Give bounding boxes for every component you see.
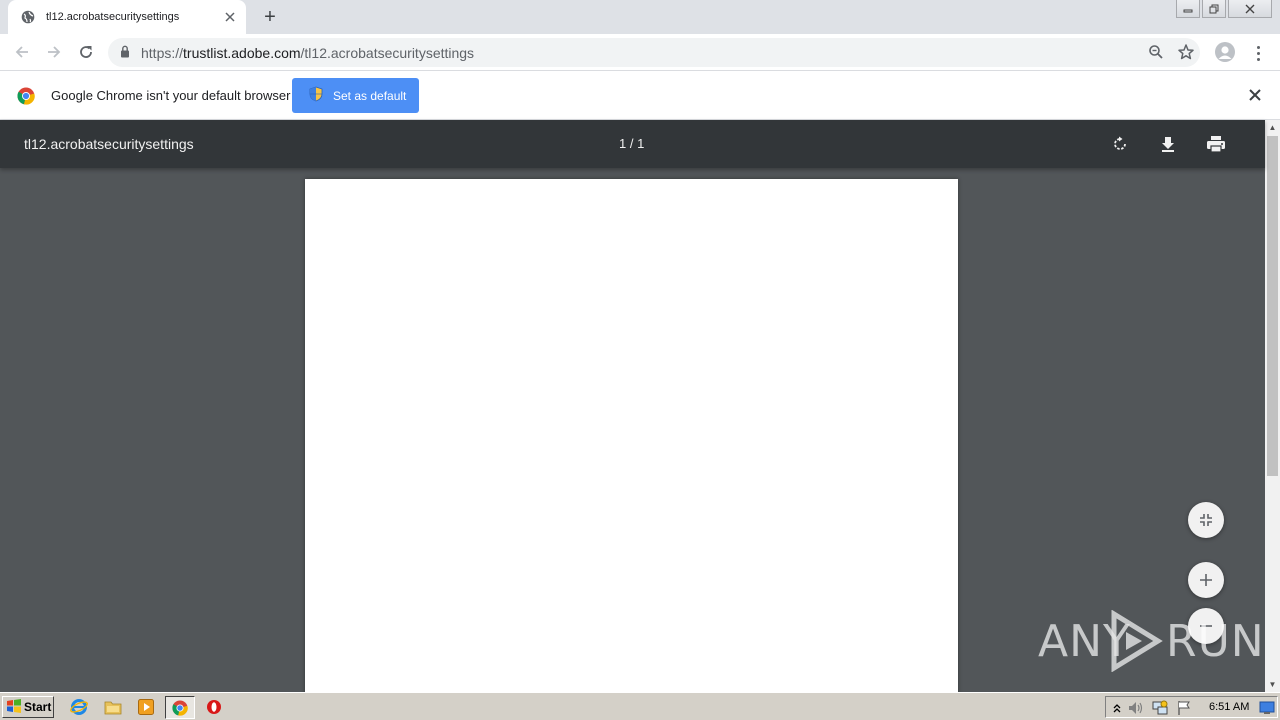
tab-close-icon[interactable] [220, 7, 240, 27]
pdf-page [305, 179, 958, 692]
watermark-text-right: RUN [1166, 616, 1265, 667]
zoom-in-button[interactable] [1188, 562, 1224, 598]
scroll-up-icon[interactable]: ▲ [1265, 120, 1280, 135]
windows-flag-icon [6, 698, 22, 716]
infobar-message: Google Chrome isn't your default browser [51, 88, 291, 103]
address-bar[interactable]: https://trustlist.adobe.com/tl12.acrobat… [108, 38, 1200, 67]
fit-to-page-button[interactable] [1188, 502, 1224, 538]
new-tab-button[interactable]: + [258, 6, 282, 28]
globe-icon [20, 9, 36, 25]
bookmark-star-icon[interactable] [1177, 43, 1195, 64]
system-clock[interactable]: 6:51 AM [1209, 701, 1249, 713]
tab-strip: tl12.acrobatsecuritysettings + [0, 0, 1280, 34]
opera-icon[interactable] [205, 698, 223, 716]
anyrun-watermark: ANY RUN [1038, 608, 1264, 678]
minimize-icon[interactable] [1176, 0, 1200, 18]
window-close-icon[interactable] [1228, 0, 1272, 18]
fit-page-icon [1200, 514, 1212, 526]
browser-menu-icon[interactable] [1250, 42, 1266, 64]
pdf-toolbar: tl12.acrobatsecuritysettings 1 / 1 [0, 120, 1265, 168]
play-logo-icon [1111, 610, 1163, 672]
tab-title: tl12.acrobatsecuritysettings [46, 11, 180, 23]
lock-icon[interactable] [120, 45, 130, 61]
forward-arrow-icon[interactable] [42, 40, 66, 64]
restore-icon[interactable] [1202, 0, 1226, 18]
scroll-down-icon[interactable]: ▼ [1265, 677, 1280, 692]
window-controls [1176, 0, 1272, 18]
media-player-icon[interactable] [137, 698, 155, 716]
start-label: Start [24, 700, 52, 714]
default-browser-infobar: Google Chrome isn't your default browser… [0, 71, 1280, 120]
scrollbar-thumb[interactable] [1267, 136, 1278, 476]
uac-shield-icon [309, 86, 323, 105]
tray-expand-icon[interactable] [1109, 700, 1125, 716]
zoom-icon[interactable] [1148, 44, 1164, 63]
system-tray: 6:51 AM [1105, 696, 1278, 718]
plus-icon [1200, 574, 1212, 586]
pdf-title: tl12.acrobatsecuritysettings [24, 136, 194, 152]
back-arrow-icon[interactable] [10, 40, 34, 64]
internet-explorer-icon[interactable] [70, 698, 88, 716]
download-icon[interactable] [1156, 132, 1180, 156]
start-button[interactable]: Start [2, 696, 54, 718]
volume-icon[interactable] [1128, 700, 1144, 716]
print-icon[interactable] [1204, 132, 1228, 156]
browser-toolbar: https://trustlist.adobe.com/tl12.acrobat… [0, 34, 1280, 71]
chrome-logo-icon [17, 87, 35, 105]
reload-icon[interactable] [74, 40, 98, 64]
show-desktop-icon[interactable] [1259, 700, 1275, 716]
action-center-flag-icon[interactable] [1176, 700, 1192, 716]
file-explorer-icon[interactable] [104, 698, 122, 716]
url-path: /tl12.acrobatsecuritysettings [300, 45, 475, 61]
url-text[interactable]: https://trustlist.adobe.com/tl12.acrobat… [141, 45, 474, 61]
network-icon[interactable] [1152, 700, 1168, 716]
set-as-default-label: Set as default [333, 88, 407, 103]
url-scheme: https:// [141, 45, 184, 61]
chrome-taskbar-icon [172, 699, 188, 716]
infobar-close-icon[interactable] [1247, 87, 1263, 103]
set-as-default-button[interactable]: Set as default [292, 78, 419, 113]
vertical-scrollbar[interactable]: ▲ ▼ [1265, 120, 1280, 692]
taskbar-chrome-button[interactable] [165, 696, 195, 719]
pdf-page-indicator: 1 / 1 [619, 136, 645, 151]
url-host: trustlist.adobe.com [183, 45, 301, 61]
browser-tab[interactable]: tl12.acrobatsecuritysettings [8, 0, 246, 34]
windows-taskbar: Start 6:51 AM [0, 692, 1280, 720]
profile-avatar-icon[interactable] [1215, 42, 1235, 62]
rotate-icon[interactable] [1108, 132, 1132, 156]
